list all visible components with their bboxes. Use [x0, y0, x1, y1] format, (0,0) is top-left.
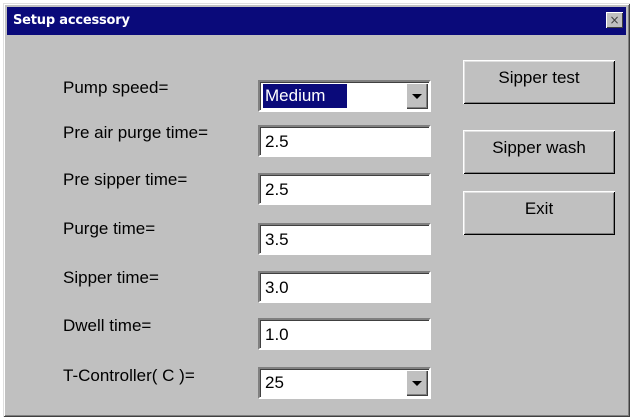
- close-button[interactable]: ×: [606, 12, 623, 28]
- dwell-time-input[interactable]: 1.0: [258, 318, 431, 350]
- exit-button[interactable]: Exit: [463, 191, 615, 235]
- chevron-down-icon[interactable]: [406, 370, 428, 396]
- sipper-time-input[interactable]: 3.0: [258, 271, 431, 303]
- pump-speed-label: Pump speed=: [63, 78, 169, 97]
- purge-time-input[interactable]: 3.5: [258, 223, 431, 255]
- sipper-test-button[interactable]: Sipper test: [463, 60, 615, 104]
- sipper-wash-button[interactable]: Sipper wash: [463, 130, 615, 174]
- pre-air-purge-time-label: Pre air purge time=: [63, 123, 209, 142]
- pre-sipper-time-input[interactable]: 2.5: [258, 173, 431, 205]
- sipper-time-label: Sipper time=: [63, 268, 159, 287]
- window-title: Setup accessory: [13, 13, 130, 28]
- pump-speed-select[interactable]: Medium: [258, 80, 431, 112]
- pump-speed-value: Medium: [263, 84, 347, 108]
- chevron-down-icon[interactable]: [406, 83, 428, 109]
- setup-accessory-dialog: Setup accessory × Pump speed= Medium Pre…: [3, 3, 630, 417]
- pre-sipper-time-label: Pre sipper time=: [63, 170, 188, 189]
- dwell-time-label: Dwell time=: [63, 316, 152, 335]
- t-controller-value: 25: [265, 373, 284, 392]
- pre-air-purge-time-input[interactable]: 2.5: [258, 125, 431, 157]
- purge-time-label: Purge time=: [63, 219, 156, 238]
- t-controller-select[interactable]: 25: [258, 367, 431, 399]
- t-controller-label: T-Controller( C )=: [63, 366, 195, 385]
- title-bar[interactable]: Setup accessory ×: [7, 7, 626, 35]
- close-icon: ×: [609, 13, 620, 27]
